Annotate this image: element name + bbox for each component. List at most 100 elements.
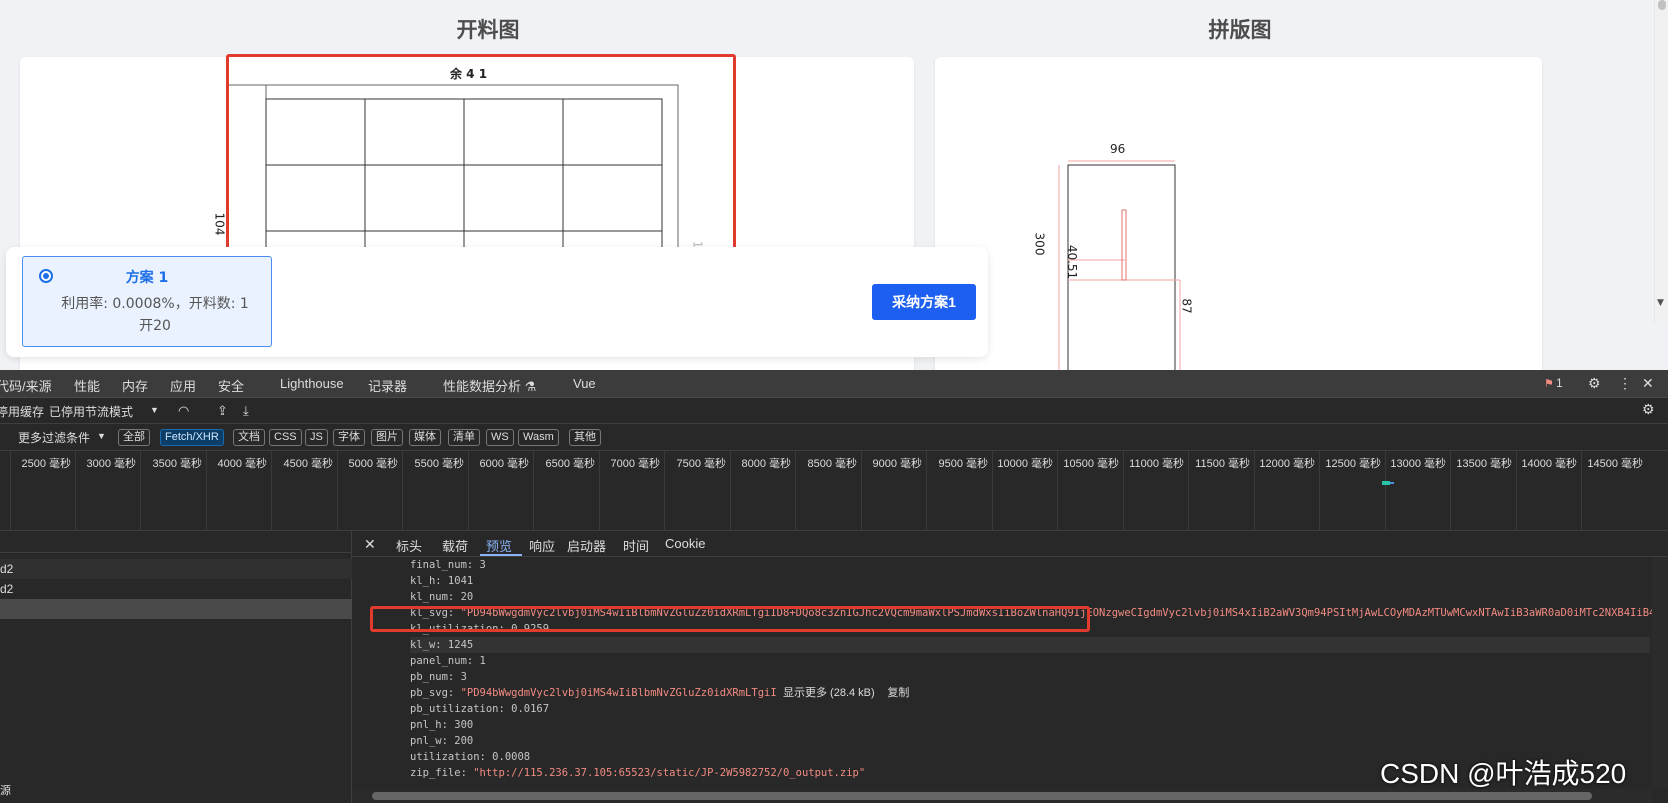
timeline-tick: 9500 毫秒	[926, 451, 992, 531]
timeline-tick: 12500 毫秒	[1319, 451, 1385, 531]
chevron-down-icon[interactable]: ▼	[150, 405, 159, 415]
plan-option-card[interactable]: 方案 1 利用率: 0.0008%，开料数: 1开20	[22, 256, 272, 347]
request-list-header	[0, 531, 352, 553]
tab-response[interactable]: 响应	[529, 536, 555, 555]
tab-vue[interactable]: Vue	[573, 376, 596, 391]
tab-performance-insights[interactable]: 性能数据分析 ⚗	[443, 376, 536, 395]
request-row[interactable]: d2	[0, 559, 352, 579]
highlight-box-kl-svg	[370, 606, 1090, 632]
scroll-down-icon[interactable]: ▼	[1657, 298, 1664, 308]
preview-line-pnl-h[interactable]: pnl_h: 300	[410, 717, 473, 733]
timeline-tick: 6500 毫秒	[533, 451, 599, 531]
tab-payload[interactable]: 载荷	[442, 536, 468, 555]
preview-line-pb-utilization[interactable]: pb_utilization: 0.0167	[410, 701, 549, 717]
issues-flag-icon[interactable]: ⚑	[1544, 377, 1554, 390]
tab-preview[interactable]: 预览	[486, 536, 512, 555]
preview-line-utilization[interactable]: utilization: 0.0008	[410, 749, 530, 765]
devtools-tabbar: 代码/来源 性能 内存 应用 安全 Lighthouse 记录器 性能数据分析 …	[0, 370, 1668, 398]
tab-recorder[interactable]: 记录器	[368, 376, 407, 395]
request-row[interactable]: d2	[0, 579, 352, 599]
filter-chip[interactable]: 图片	[371, 429, 403, 446]
throttle-select[interactable]: 已停用节流模式	[49, 403, 133, 420]
chevron-down-icon[interactable]: ▼	[97, 431, 106, 441]
layout-diagram	[1058, 160, 1181, 384]
timeline-tick: 14500 毫秒	[1581, 451, 1647, 531]
timeline-tick: 8000 毫秒	[730, 451, 795, 531]
tab-sources[interactable]: 代码/来源	[0, 376, 52, 395]
tab-lighthouse[interactable]: Lighthouse	[280, 376, 344, 391]
watermark: CSDN @叶浩成520	[1380, 758, 1627, 789]
filter-chip[interactable]: CSS	[269, 429, 302, 446]
preview-line-panel-num[interactable]: panel_num: 1	[410, 653, 486, 669]
network-timeline[interactable]: 2500 毫秒 3000 毫秒 3500 毫秒 4000 毫秒 4500 毫秒 …	[0, 451, 1668, 531]
timeline-tick: 7000 毫秒	[599, 451, 664, 531]
filter-chip[interactable]: 媒体	[409, 429, 441, 446]
upload-icon[interactable]: ⇪	[217, 403, 228, 419]
page-scrollbar[interactable]: ▼	[1654, 0, 1668, 322]
timeline-tick: 12000 毫秒	[1254, 451, 1319, 531]
issues-count[interactable]: 1	[1556, 376, 1563, 390]
copy-link[interactable]: 复制	[887, 687, 909, 699]
timeline-tick: 10000 毫秒	[992, 451, 1057, 531]
preview-line-kl-num[interactable]: kl_num: 20	[410, 589, 473, 605]
plan-info: 利用率: 0.0008%，开料数: 1开20	[61, 296, 249, 334]
close-icon[interactable]: ✕	[1642, 375, 1654, 392]
request-row-selected[interactable]	[0, 599, 352, 619]
gear-icon[interactable]: ⚙	[1588, 375, 1601, 392]
tab-memory[interactable]: 内存	[122, 376, 148, 395]
preview-line-kl-h[interactable]: kl_h: 1041	[410, 573, 473, 589]
download-icon[interactable]: ⤓	[243, 403, 249, 419]
panel-height-label: 300	[1032, 232, 1047, 256]
preview-line-pb-num[interactable]: pb_num: 3	[410, 669, 467, 685]
preview-line-zip-file[interactable]: zip_file: "http://115.236.37.105:65523/s…	[410, 765, 865, 781]
wifi-icon[interactable]: ◠	[178, 403, 189, 419]
preview-vertical-scrollbar[interactable]	[1652, 557, 1668, 789]
highlight-box-cutting	[226, 54, 736, 258]
tab-cookie[interactable]: Cookie	[665, 536, 705, 551]
active-tab-indicator	[480, 554, 522, 556]
tab-performance[interactable]: 性能	[74, 376, 100, 395]
filter-chip[interactable]: 文档	[233, 429, 265, 446]
preview-line-pnl-w[interactable]: pnl_w: 200	[410, 733, 473, 749]
tab-timing[interactable]: 时间	[623, 536, 649, 555]
panel-inner-label: 40.51	[1065, 244, 1080, 280]
filter-chip[interactable]: Fetch/XHR	[160, 429, 224, 446]
tab-application[interactable]: 应用	[170, 376, 196, 395]
filter-chip[interactable]: 全部	[118, 429, 150, 446]
timeline-tick: 4000 毫秒	[206, 451, 271, 531]
filter-chip[interactable]: 清单	[448, 429, 480, 446]
filter-chip[interactable]: JS	[305, 429, 328, 446]
network-settings-gear-icon[interactable]: ⚙	[1642, 401, 1655, 418]
layout-diagram-card: 96 300 40.51 87	[935, 57, 1542, 384]
panel-side-label: 87	[1179, 298, 1194, 314]
timeline-tick: 9000 毫秒	[861, 451, 926, 531]
preview-line-kl-w[interactable]: kl_w: 1245	[410, 637, 1650, 653]
filter-chip[interactable]: 字体	[333, 429, 365, 446]
devtools-panel: 代码/来源 性能 内存 应用 安全 Lighthouse 记录器 性能数据分析 …	[0, 370, 1668, 803]
preview-line-final-num[interactable]: final_num: 3	[410, 557, 486, 573]
cut-label-left: 104	[212, 212, 227, 236]
more-filters-dropdown[interactable]: 更多过滤条件	[18, 429, 90, 446]
adopt-plan-button[interactable]: 采纳方案1	[872, 284, 976, 320]
filter-chip[interactable]: Wasm	[518, 429, 559, 446]
timeline-tick: 3000 毫秒	[75, 451, 140, 531]
filter-chip[interactable]: WS	[486, 429, 514, 446]
timeline-tick: 4500 毫秒	[271, 451, 337, 531]
plan-name: 方案 1	[125, 270, 169, 286]
plan-panel: 方案 1 利用率: 0.0008%，开料数: 1开20 采纳方案1	[6, 247, 988, 357]
timeline-tick: 7500 毫秒	[664, 451, 730, 531]
tab-security[interactable]: 安全	[218, 376, 244, 395]
network-toolbar: 停用缓存 已停用节流模式 ▼ ◠ ⇪ ⤓ ⚙	[0, 398, 1668, 424]
panel-width-label: 96	[1110, 142, 1126, 156]
tab-headers[interactable]: 标头	[396, 536, 422, 555]
filter-chip[interactable]: 其他	[569, 429, 601, 446]
show-more-link[interactable]: 显示更多 (28.4 kB)	[783, 687, 875, 699]
close-detail-icon[interactable]: ✕	[364, 536, 376, 553]
request-list: d2 d2 源	[0, 531, 352, 803]
detail-tabbar: ✕ 标头 载荷 预览 响应 启动器 时间 Cookie	[352, 531, 1668, 557]
more-vert-icon[interactable]: ⋮	[1618, 375, 1632, 392]
disable-cache-label[interactable]: 停用缓存	[0, 403, 44, 420]
tab-initiator[interactable]: 启动器	[567, 536, 606, 555]
timeline-tick: 13500 毫秒	[1450, 451, 1516, 531]
preview-line-pb-svg[interactable]: pb_svg: "PD94bWwgdmVyc2lvbj0iMS4wIiBlbmN…	[410, 685, 909, 701]
